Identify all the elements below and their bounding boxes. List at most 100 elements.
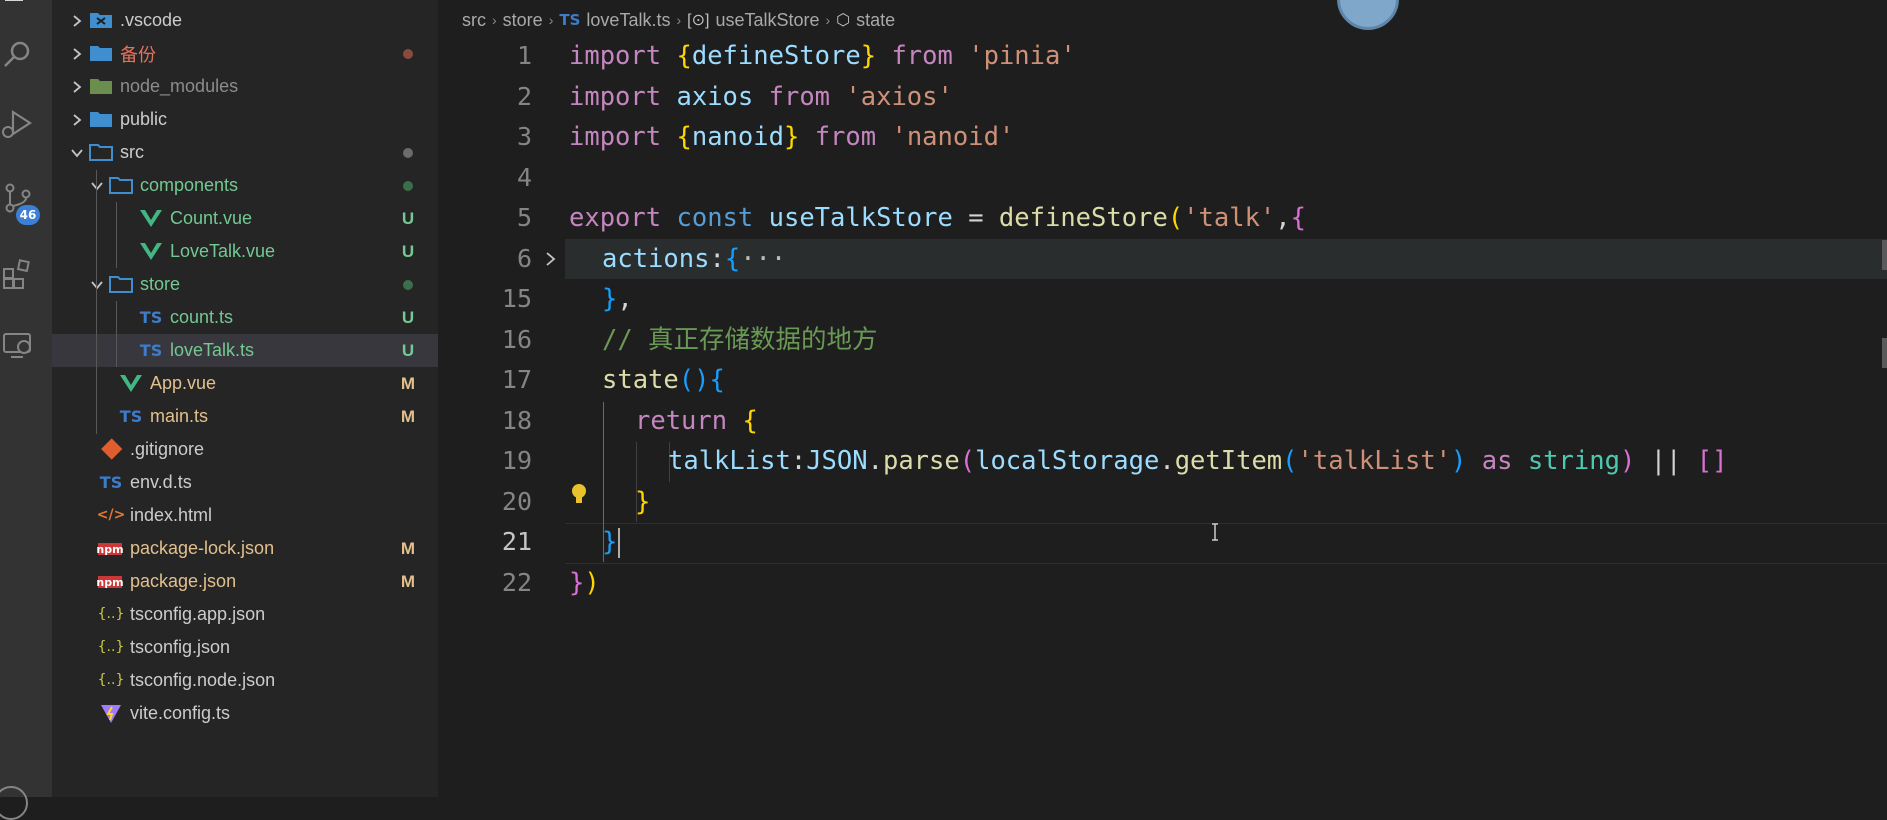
- npm-icon: npm: [96, 542, 124, 556]
- explorer-item[interactable]: LoveTalk.vue U: [52, 235, 438, 268]
- code-line-19[interactable]: talkList:JSON.parse(localStorage.getItem…: [668, 441, 1727, 481]
- explorer-item[interactable]: {..} tsconfig.node.json: [52, 664, 438, 697]
- explorer-item[interactable]: .gitignore: [52, 433, 438, 466]
- vue-icon: [118, 372, 144, 394]
- explorer-sidebar: .vscode 备份 node_modulespublic src components…: [52, 0, 438, 797]
- explorer-item[interactable]: node_modules: [52, 70, 438, 103]
- explorer-item[interactable]: store: [52, 268, 438, 301]
- code-line-17[interactable]: state(){: [602, 360, 725, 400]
- explorer-item-label: 备份: [120, 44, 156, 65]
- explorer-item-label: .gitignore: [130, 439, 205, 459]
- chevron-down-icon[interactable]: [90, 179, 104, 193]
- breadcrumb-symbol-usetalkstore[interactable]: useTalkStore: [715, 10, 819, 31]
- ts-icon: TS: [99, 472, 123, 492]
- vscode-folder-icon: [88, 9, 114, 31]
- explorer-item[interactable]: {..} tsconfig.json: [52, 631, 438, 664]
- explorer-item[interactable]: TS env.d.ts: [52, 466, 438, 499]
- git-status-badge: U: [401, 209, 415, 228]
- explorer-item[interactable]: {..} tsconfig.app.json: [52, 598, 438, 631]
- chevron-right-icon[interactable]: [70, 80, 84, 94]
- explorer-item[interactable]: public: [52, 103, 438, 136]
- line-number: 1: [516, 41, 532, 70]
- chevron-down-icon[interactable]: [70, 146, 84, 160]
- git-status-badge: M: [400, 539, 416, 558]
- source-control-badge: 46: [16, 205, 40, 225]
- variable-icon: [⊙]: [687, 12, 710, 29]
- chevron-right-icon[interactable]: [70, 14, 84, 28]
- code-line-20[interactable]: }: [635, 482, 650, 522]
- account-icon[interactable]: [0, 786, 28, 820]
- code-line-2[interactable]: import axios from 'axios': [569, 77, 953, 117]
- chevron-down-icon[interactable]: [90, 278, 104, 292]
- code-line-15[interactable]: },: [602, 279, 633, 319]
- code-line-22[interactable]: }): [569, 563, 600, 603]
- ts-icon: TS: [559, 11, 581, 29]
- explorer-item-label: node_modules: [120, 76, 239, 96]
- explorer-item[interactable]: TS count.ts U: [52, 301, 438, 334]
- status-dot: [403, 181, 413, 191]
- html-icon: </>: [96, 507, 126, 523]
- breadcrumb-symbol-state[interactable]: state: [856, 10, 895, 31]
- explorer-item-label: package-lock.json: [130, 538, 275, 558]
- explorer-item[interactable]: npm package.json M: [52, 565, 438, 598]
- activity-bar: 46: [0, 0, 52, 820]
- scrollbar-marker[interactable]: [1882, 338, 1887, 368]
- explorer-item-label: LoveTalk.vue: [170, 241, 276, 261]
- folder-icon: [88, 42, 114, 64]
- explorer-item[interactable]: 备份: [52, 37, 438, 70]
- explorer-item[interactable]: </> index.html: [52, 499, 438, 532]
- explorer-item[interactable]: components: [52, 169, 438, 202]
- chevron-right-icon[interactable]: [70, 47, 84, 61]
- folder-open-icon: [108, 174, 134, 196]
- breadcrumb-store[interactable]: store: [503, 10, 543, 31]
- code-line-18[interactable]: return {: [635, 401, 758, 441]
- explorer-item-label: tsconfig.json: [130, 637, 231, 657]
- line-number: 3: [516, 122, 532, 151]
- status-dot: [403, 280, 413, 290]
- line-number: 2: [516, 82, 532, 111]
- explorer-item-label: App.vue: [150, 373, 217, 393]
- ts-icon: TS: [139, 340, 163, 360]
- git-status-badge: U: [401, 308, 415, 327]
- avatar: [1337, 0, 1399, 30]
- breadcrumb-src[interactable]: src: [462, 10, 486, 31]
- extensions-icon[interactable]: [0, 256, 36, 292]
- json-icon: {..}: [97, 606, 125, 622]
- explorer-icon[interactable]: [0, 0, 36, 30]
- scrollbar-marker[interactable]: [1882, 240, 1887, 270]
- ts-icon: TS: [119, 406, 143, 426]
- chevron-right-icon[interactable]: [70, 113, 84, 127]
- npm-icon: npm: [96, 575, 124, 589]
- fold-expand-icon[interactable]: [544, 251, 558, 267]
- explorer-item[interactable]: Count.vue U: [52, 202, 438, 235]
- explorer-item-label: public: [120, 109, 168, 129]
- explorer-item-label: components: [140, 175, 239, 195]
- explorer-item[interactable]: src: [52, 136, 438, 169]
- chevron-right-icon: ›: [492, 12, 497, 28]
- lightbulb-icon[interactable]: [570, 482, 588, 506]
- code-line-3[interactable]: import {nanoid} from 'nanoid': [569, 117, 1014, 157]
- search-icon[interactable]: [0, 36, 36, 72]
- breadcrumb-file[interactable]: loveTalk.ts: [586, 10, 670, 31]
- explorer-item-label: src: [120, 142, 144, 162]
- code-line-21[interactable]: }: [602, 522, 617, 562]
- current-line-highlight: [565, 523, 1887, 564]
- explorer-item-label: env.d.ts: [130, 472, 192, 492]
- code-line-6[interactable]: actions:{···: [602, 239, 786, 279]
- node-folder-icon: [88, 75, 114, 97]
- code-line-1[interactable]: import {defineStore} from 'pinia': [569, 36, 1076, 76]
- explorer-item[interactable]: npm package-lock.json M: [52, 532, 438, 565]
- explorer-item[interactable]: App.vue M: [52, 367, 438, 400]
- vue-icon: [138, 240, 164, 262]
- line-number: 20: [501, 487, 532, 516]
- code-line-16[interactable]: // 真正存储数据的地方: [602, 320, 878, 360]
- explorer-item[interactable]: vite.config.ts: [52, 697, 438, 730]
- line-number: 15: [501, 284, 532, 313]
- remote-explorer-icon[interactable]: [0, 328, 36, 364]
- ts-icon: TS: [139, 307, 163, 327]
- run-debug-icon[interactable]: [0, 106, 36, 142]
- explorer-item[interactable]: TS loveTalk.ts U: [52, 334, 438, 367]
- explorer-item[interactable]: TS main.ts M: [52, 400, 438, 433]
- code-line-5[interactable]: export const useTalkStore = defineStore(…: [569, 198, 1306, 238]
- explorer-item[interactable]: .vscode: [52, 4, 438, 37]
